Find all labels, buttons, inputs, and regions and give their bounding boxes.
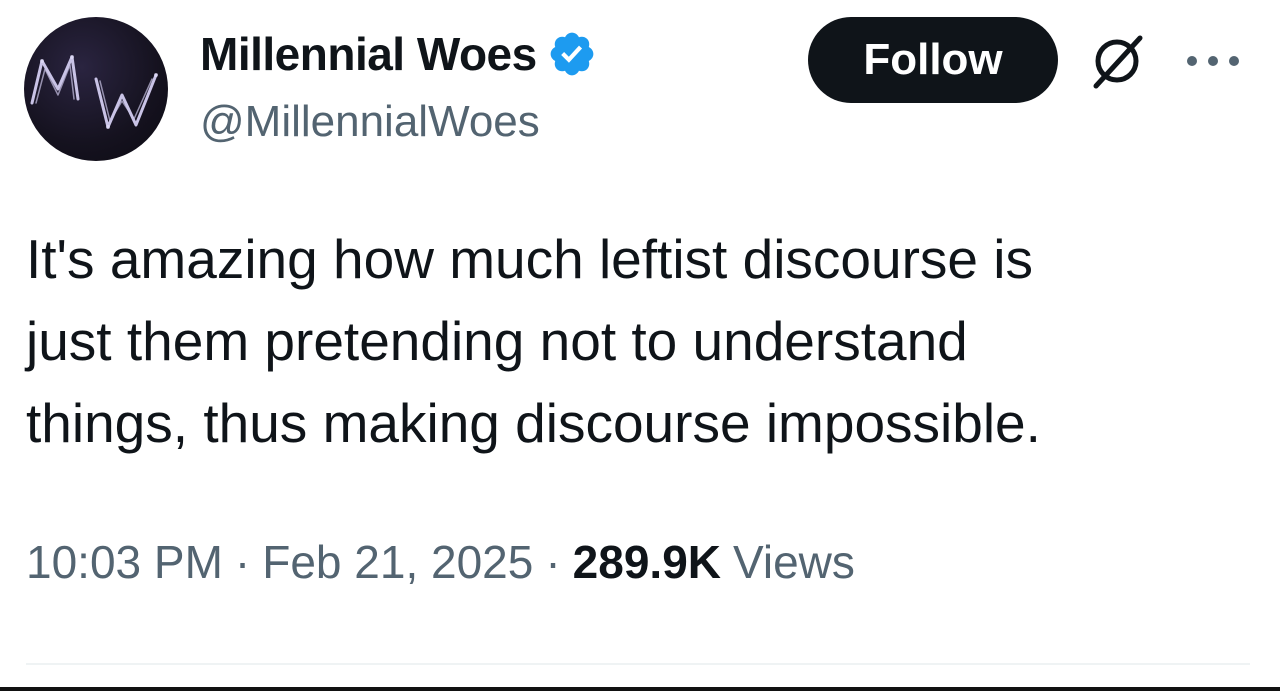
- avatar-logo-image: [30, 55, 158, 129]
- meta-separator: ·: [545, 536, 561, 588]
- avatar[interactable]: [24, 17, 168, 161]
- tweet-text: It's amazing how much leftist discourse …: [26, 228, 1041, 454]
- follow-button[interactable]: Follow: [808, 17, 1058, 103]
- tweet-card: Millennial Woes @MillennialWoes Follow I…: [0, 0, 1280, 691]
- author-handle[interactable]: @MillennialWoes: [200, 97, 540, 147]
- tweet-date[interactable]: Feb 21, 2025: [262, 535, 533, 589]
- tweet-metadata: 10:03 PM · Feb 21, 2025 · 289.9K Views: [26, 535, 855, 589]
- author-name-row: Millennial Woes: [200, 24, 597, 84]
- screenshot-border: [0, 687, 1280, 691]
- display-name[interactable]: Millennial Woes: [200, 27, 537, 81]
- verified-badge-icon[interactable]: [547, 29, 597, 79]
- tweet-time[interactable]: 10:03 PM: [26, 535, 223, 589]
- more-options-icon[interactable]: [1180, 44, 1246, 78]
- grok-icon[interactable]: [1086, 30, 1148, 92]
- meta-separator: ·: [234, 536, 251, 588]
- views-count[interactable]: 289.9K: [573, 535, 721, 589]
- divider: [26, 663, 1250, 665]
- views-label[interactable]: Views: [733, 535, 855, 589]
